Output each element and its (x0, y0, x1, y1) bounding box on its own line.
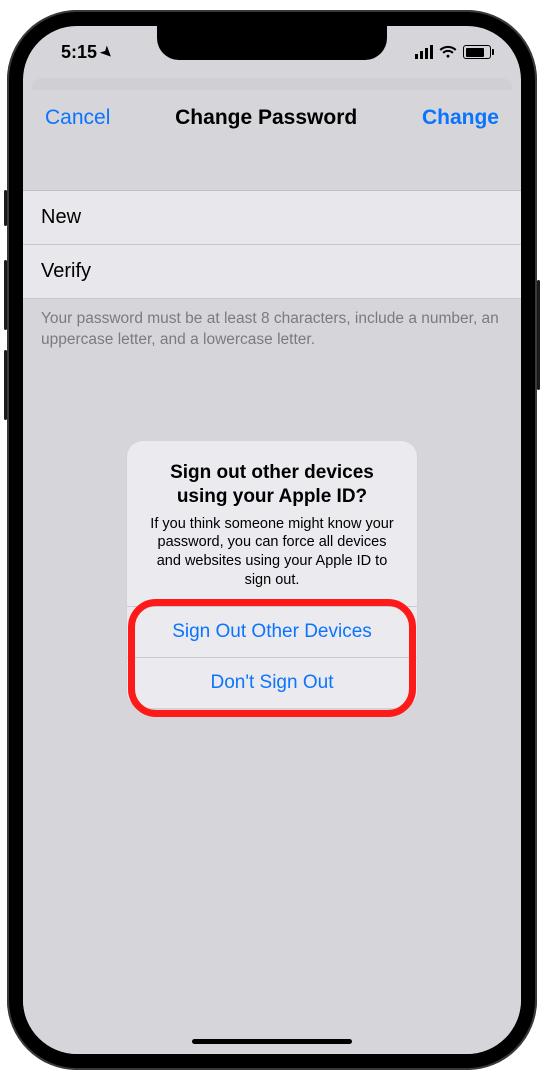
phone-frame: 5:15 ➤ Cancel Change Password Change New (7, 10, 537, 1070)
volume-down-button (4, 350, 7, 420)
notch (157, 26, 387, 60)
screen: 5:15 ➤ Cancel Change Password Change New (23, 26, 521, 1054)
power-button (537, 280, 540, 390)
volume-up-button (4, 260, 7, 330)
sign-out-alert: Sign out other devices using your Apple … (127, 441, 417, 708)
alert-message: If you think someone might know your pas… (145, 515, 399, 590)
alert-title: Sign out other devices using your Apple … (145, 461, 399, 509)
sign-out-other-devices-button[interactable]: Sign Out Other Devices (127, 606, 417, 657)
dont-sign-out-button[interactable]: Don't Sign Out (127, 657, 417, 708)
home-indicator[interactable] (192, 1039, 352, 1044)
mute-switch (4, 190, 7, 226)
